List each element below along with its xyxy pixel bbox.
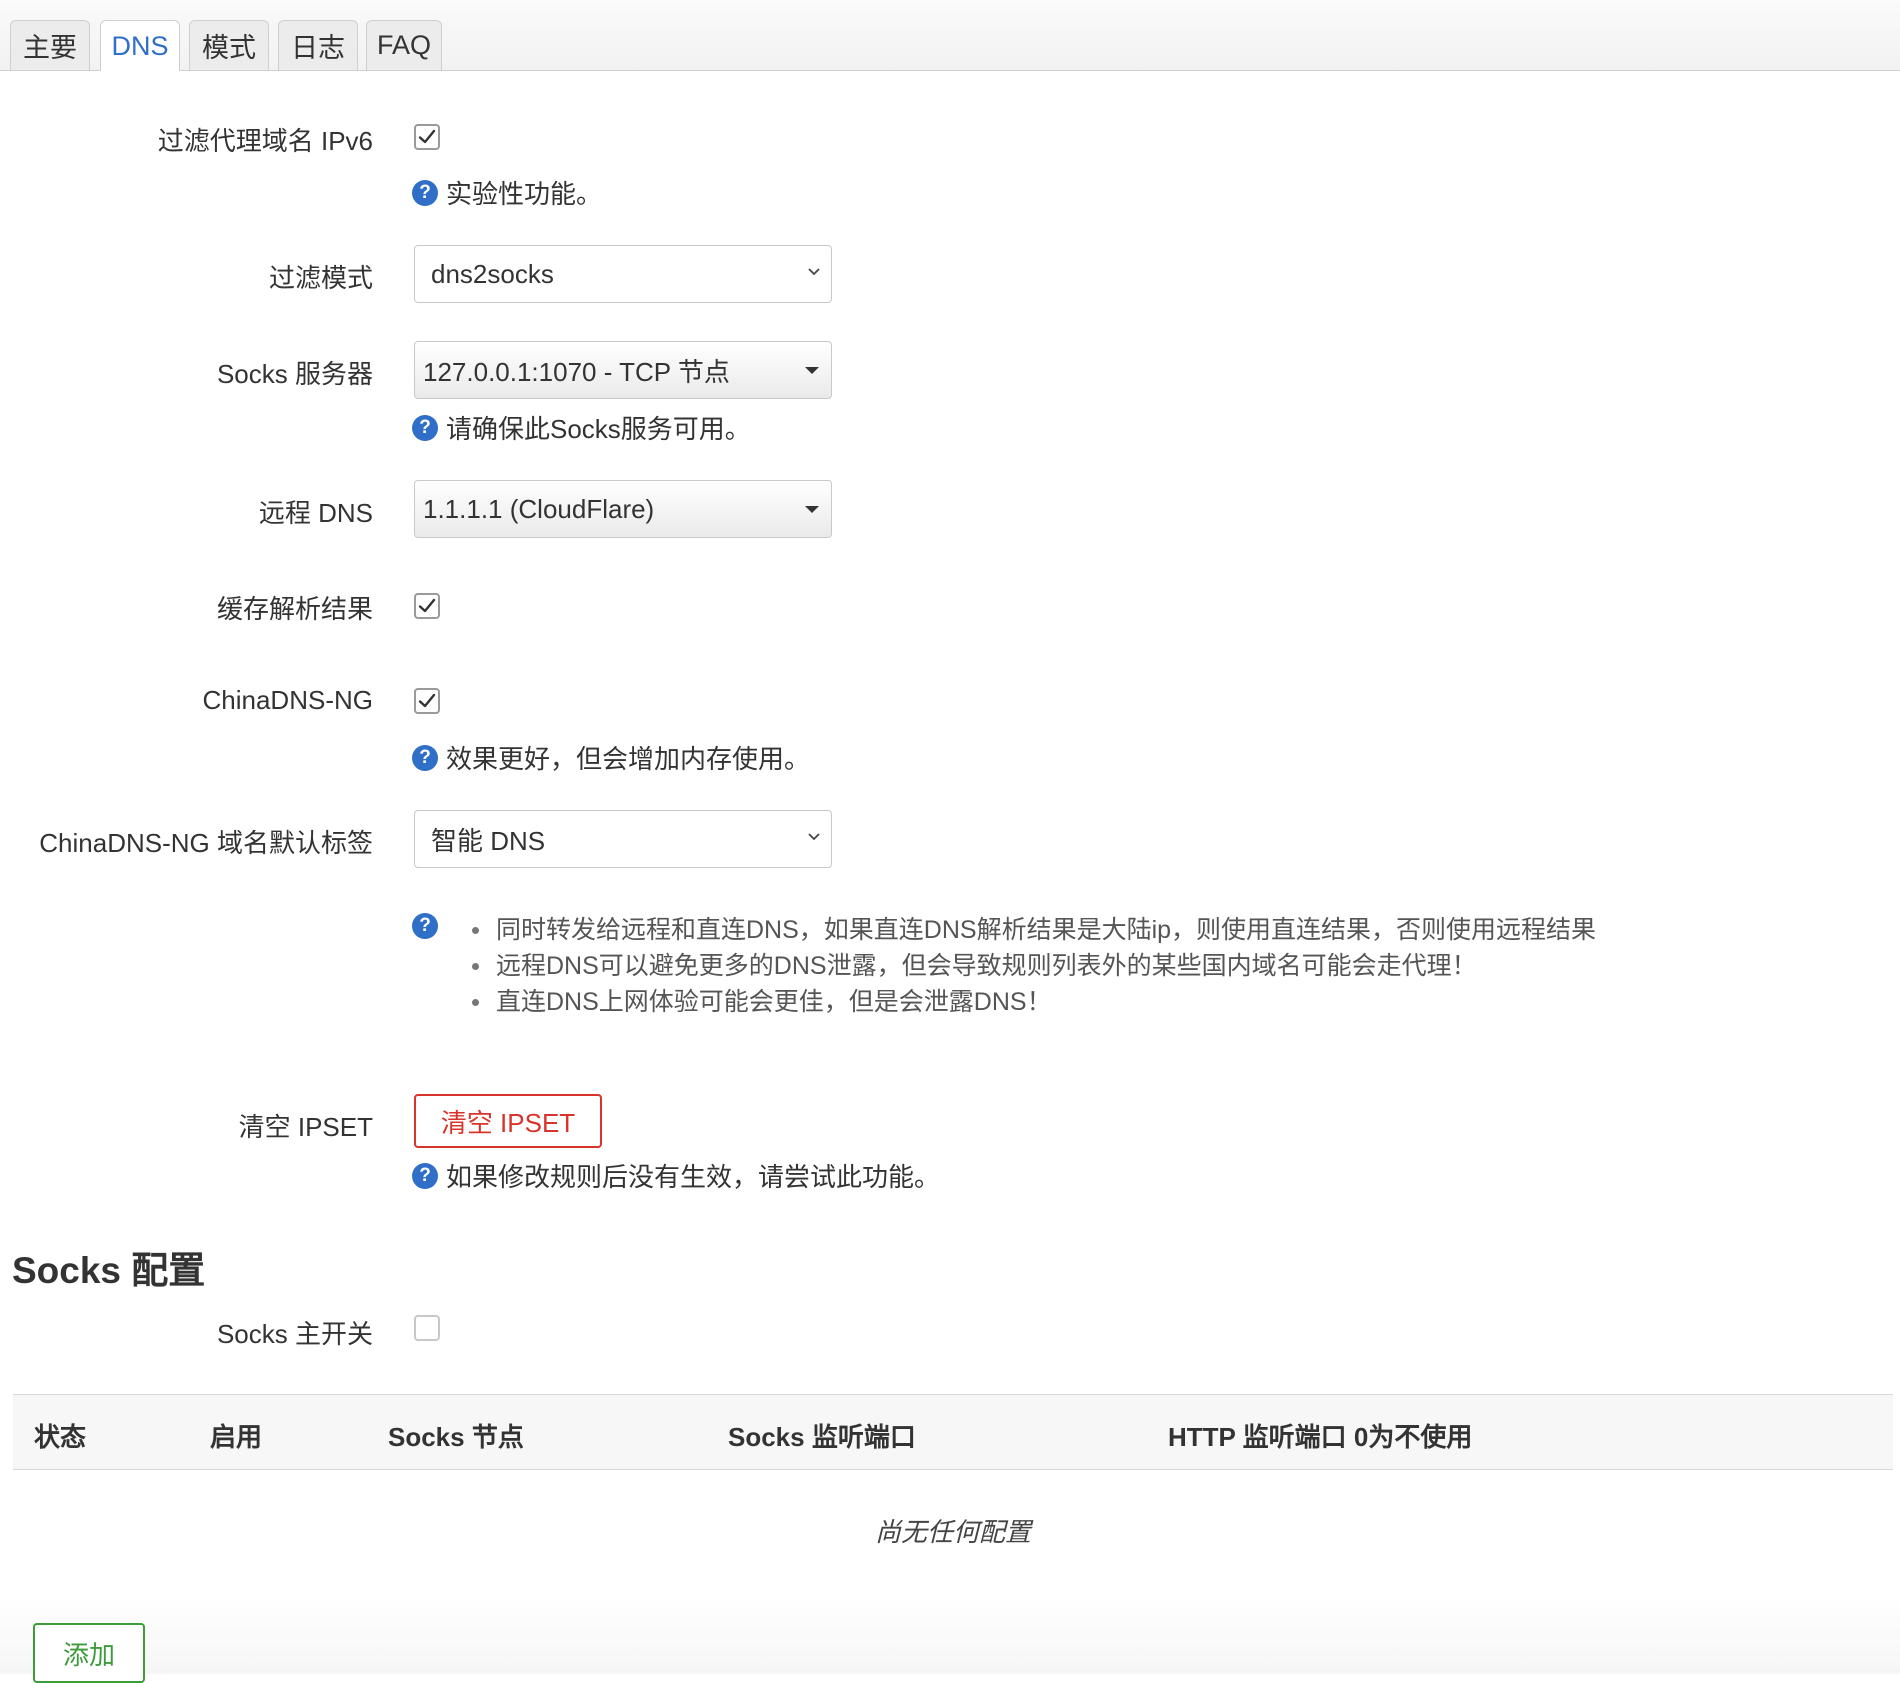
tab-label: DNS [111, 30, 169, 61]
clear-ipset-button[interactable]: 清空 IPSET [414, 1094, 602, 1148]
remote-dns-label: 远程 DNS [258, 498, 373, 528]
help-text: 实验性功能。 [446, 179, 603, 209]
help-icon: ? [412, 179, 438, 206]
empty-table-message: 尚无任何配置 [874, 1517, 1031, 1547]
filter-ipv6-label: 过滤代理域名 IPv6 [157, 126, 373, 156]
select-value: dns2socks [431, 258, 554, 289]
socks-server-label: Socks 服务器 [216, 359, 373, 389]
filter-mode-select[interactable]: dns2socks [414, 245, 832, 303]
filter-mode-label: 过滤模式 [268, 263, 373, 293]
help-icon: ? [412, 913, 438, 939]
help-text: 请确保此Socks服务可用。 [446, 414, 751, 444]
tab-mode[interactable]: 模式 [189, 20, 269, 70]
select-value: 127.0.0.1:1070 - TCP 节点 [423, 356, 730, 387]
select-value: 智能 DNS [431, 825, 546, 856]
socks-master-switch-label: Socks 主开关 [216, 1319, 373, 1349]
column-header-socks-port: Socks 监听端口 [728, 1422, 916, 1452]
tab-main[interactable]: 主要 [10, 20, 90, 70]
chinadns-ng-checkbox[interactable] [414, 688, 440, 714]
help-list-item: 同时转发给远程和直连DNS，如果直连DNS解析结果是大陆ip，则使用直连结果，否… [470, 912, 1596, 948]
help-list-item: 直连DNS上网体验可能会更佳，但是会泄露DNS！ [470, 984, 1596, 1020]
filter-ipv6-help: ? 实验性功能。 [412, 174, 602, 211]
help-list-item: 远程DNS可以避免更多的DNS泄露，但会导致规则列表外的某些国内域名可能会走代理… [470, 948, 1596, 984]
chinadns-ng-help: ? 效果更好，但会增加内存使用。 [412, 739, 810, 776]
help-text: 效果更好，但会增加内存使用。 [446, 744, 811, 774]
column-header-http-port: HTTP 监听端口 0为不使用 [1168, 1422, 1473, 1452]
socks-section-title: Socks 配置 [12, 1250, 206, 1291]
help-text: 如果修改规则后没有生效，请尝试此功能。 [446, 1162, 941, 1192]
tab-label: 主要 [23, 33, 77, 63]
column-header-socks-node: Socks 节点 [388, 1422, 524, 1452]
column-header-status: 状态 [34, 1422, 87, 1452]
tab-log[interactable]: 日志 [278, 20, 358, 70]
remote-dns-select[interactable]: 1.1.1.1 (CloudFlare) [414, 480, 832, 538]
chevron-down-icon [808, 833, 820, 841]
help-icon: ? [412, 744, 438, 771]
chinadns-ng-tag-label: ChinaDNS-NG 域名默认标签 [39, 828, 373, 858]
chevron-down-icon [808, 268, 820, 276]
tab-dns[interactable]: DNS [100, 20, 180, 71]
help-icon: ? [412, 1162, 438, 1189]
caret-down-icon [805, 367, 819, 374]
chinadns-ng-tag-select[interactable]: 智能 DNS [414, 810, 832, 868]
add-button[interactable]: 添加 [33, 1623, 145, 1683]
socks-server-select[interactable]: 127.0.0.1:1070 - TCP 节点 [414, 341, 832, 399]
caret-down-icon [805, 506, 819, 513]
cache-results-checkbox[interactable] [414, 593, 440, 619]
column-header-enabled: 启用 [210, 1422, 263, 1452]
chinadns-ng-tag-help-list: 同时转发给远程和直连DNS，如果直连DNS解析结果是大陆ip，则使用直连结果，否… [470, 912, 1596, 1020]
tab-label: 模式 [202, 33, 256, 63]
checkmark-icon [418, 129, 436, 144]
clear-ipset-help: ? 如果修改规则后没有生效，请尝试此功能。 [412, 1157, 940, 1194]
tab-bar: 主要 DNS 模式 日志 FAQ [0, 0, 1900, 71]
cache-results-label: 缓存解析结果 [216, 594, 373, 624]
socks-master-switch-checkbox[interactable] [414, 1315, 440, 1341]
socks-server-help: ? 请确保此Socks服务可用。 [412, 409, 751, 446]
bottom-fade [0, 1595, 1900, 1674]
tab-label: FAQ [376, 30, 431, 60]
chinadns-ng-label: ChinaDNS-NG [202, 685, 374, 715]
tab-faq[interactable]: FAQ [366, 20, 442, 70]
clear-ipset-label: 清空 IPSET [238, 1112, 373, 1142]
tab-label: 日志 [291, 33, 345, 63]
select-value: 1.1.1.1 (CloudFlare) [423, 493, 655, 524]
checkmark-icon [418, 598, 436, 613]
table-header-row: 状态 启用 Socks 节点 Socks 监听端口 HTTP 监听端口 0为不使… [13, 1394, 1893, 1470]
help-icon: ? [412, 414, 438, 441]
chinadns-ng-tag-help-icon-wrap: ? [412, 913, 446, 939]
checkmark-icon [418, 693, 436, 708]
filter-ipv6-checkbox[interactable] [414, 124, 440, 150]
